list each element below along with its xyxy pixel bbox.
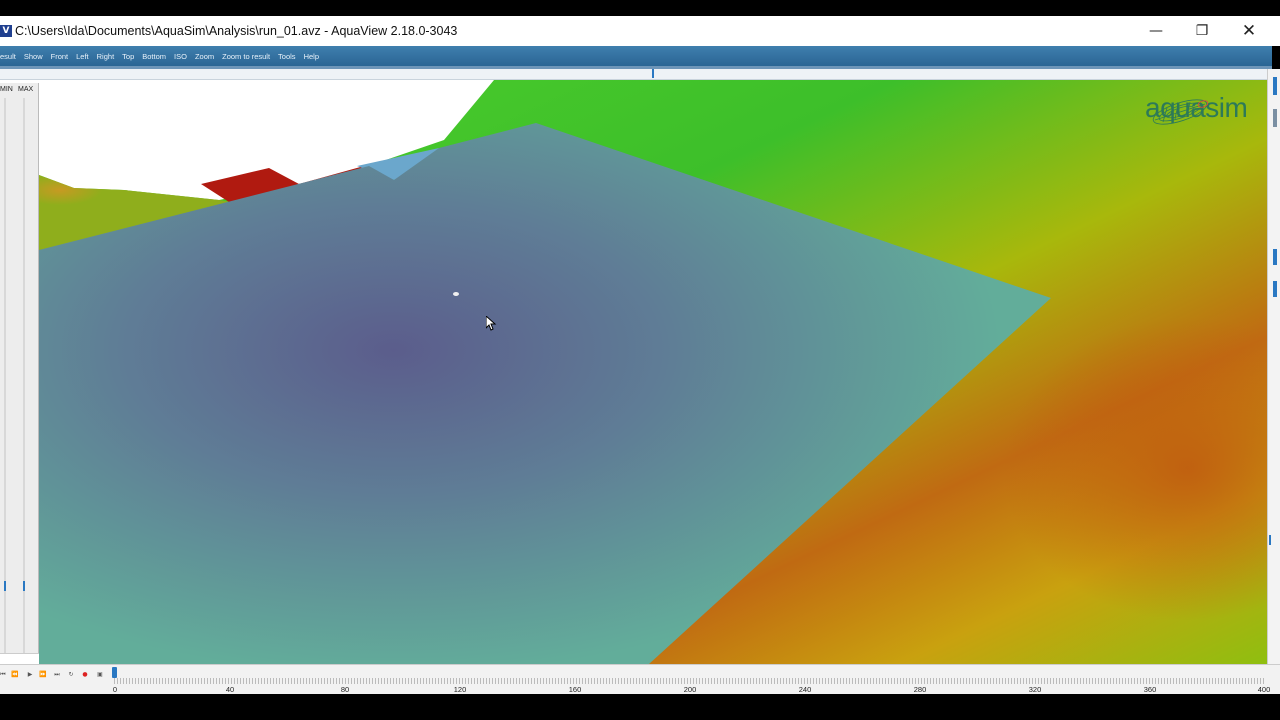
skip-end-icon[interactable]: ⏭	[52, 670, 62, 680]
menu-result[interactable]: esult	[0, 52, 16, 61]
menu-zoom-to-result[interactable]: Zoom to result	[222, 52, 270, 61]
terrain-render	[39, 80, 1267, 664]
min-slider-track[interactable]	[4, 98, 6, 658]
menu-front[interactable]: Front	[51, 52, 69, 61]
window-title: C:\Users\Ida\Documents\AquaSim\Analysis\…	[15, 24, 458, 38]
max-slider-handle[interactable]	[23, 581, 25, 591]
app-logo-icon[interactable]: V	[0, 25, 12, 37]
timeline-thumb[interactable]	[112, 667, 117, 678]
timeline-track[interactable]	[114, 678, 1266, 684]
scroll-marker-2[interactable]	[1273, 109, 1277, 127]
right-scrollbar[interactable]	[1267, 69, 1280, 665]
tick-label: 120	[453, 685, 467, 694]
color-scale-panel: MIN MAX	[0, 80, 39, 665]
menu-zoom[interactable]: Zoom	[195, 52, 214, 61]
aquasim-logo: aquasim	[1145, 92, 1248, 125]
tick-label: 0	[112, 685, 118, 694]
mouse-pointer-icon	[486, 316, 497, 331]
step-forward-icon[interactable]: ⏩	[38, 670, 48, 680]
timeline-bar: ⏮ ⏪ ▶ ⏩ ⏭ ↻ ● ▣ 0 40 80 120 160 200 240 …	[0, 664, 1280, 694]
minimize-icon[interactable]: —	[1133, 16, 1179, 46]
view-splitter-bar[interactable]	[0, 69, 1272, 80]
scroll-marker-1[interactable]	[1273, 77, 1277, 95]
menu-left[interactable]: Left	[76, 52, 89, 61]
menu-bar: esult Show Front Left Right Top Bottom I…	[0, 46, 1272, 66]
scroll-marker-4[interactable]	[1273, 281, 1277, 297]
app-window: V C:\Users\Ida\Documents\AquaSim\Analysi…	[0, 0, 1280, 720]
tick-label: 360	[1143, 685, 1157, 694]
scroll-marker-5[interactable]	[1269, 535, 1271, 545]
scale-min-label: MIN	[0, 86, 13, 93]
tick-label: 40	[225, 685, 235, 694]
panel-top-edge	[0, 80, 39, 83]
screen-border-top	[0, 0, 1280, 16]
tick-label: 160	[568, 685, 582, 694]
scroll-marker-3[interactable]	[1273, 249, 1277, 265]
menu-bottom[interactable]: Bottom	[142, 52, 166, 61]
screen-border-bottom	[0, 694, 1280, 720]
menu-right[interactable]: Right	[97, 52, 115, 61]
menu-tools[interactable]: Tools	[278, 52, 296, 61]
tick-label: 80	[340, 685, 350, 694]
skip-start-icon[interactable]: ⏮	[0, 670, 8, 680]
probe-point	[453, 292, 459, 296]
tick-label: 400	[1257, 685, 1271, 694]
tick-label: 200	[683, 685, 697, 694]
logo-mesh-icon	[1152, 99, 1209, 125]
step-back-icon[interactable]: ⏪	[10, 670, 20, 680]
scale-max-label: MAX	[18, 86, 34, 93]
play-icon[interactable]: ▶	[25, 670, 35, 680]
camera-icon[interactable]: ▣	[94, 670, 106, 680]
menu-iso[interactable]: ISO	[174, 52, 187, 61]
3d-viewport[interactable]: aquasim	[39, 80, 1267, 664]
loop-icon[interactable]: ↻	[66, 670, 76, 680]
title-bar: V C:\Users\Ida\Documents\AquaSim\Analysi…	[0, 16, 1280, 46]
splitter-handle[interactable]	[652, 69, 654, 78]
record-icon[interactable]: ●	[80, 670, 90, 680]
tick-label: 320	[1028, 685, 1042, 694]
restore-icon[interactable]: ❐	[1179, 16, 1225, 46]
min-slider-handle[interactable]	[4, 581, 6, 591]
close-icon[interactable]: ✕	[1226, 16, 1272, 46]
menu-top[interactable]: Top	[122, 52, 134, 61]
max-slider-track[interactable]	[23, 98, 25, 658]
tick-label: 280	[913, 685, 927, 694]
menu-show[interactable]: Show	[24, 52, 43, 61]
tick-label: 240	[798, 685, 812, 694]
menu-help[interactable]: Help	[304, 52, 319, 61]
